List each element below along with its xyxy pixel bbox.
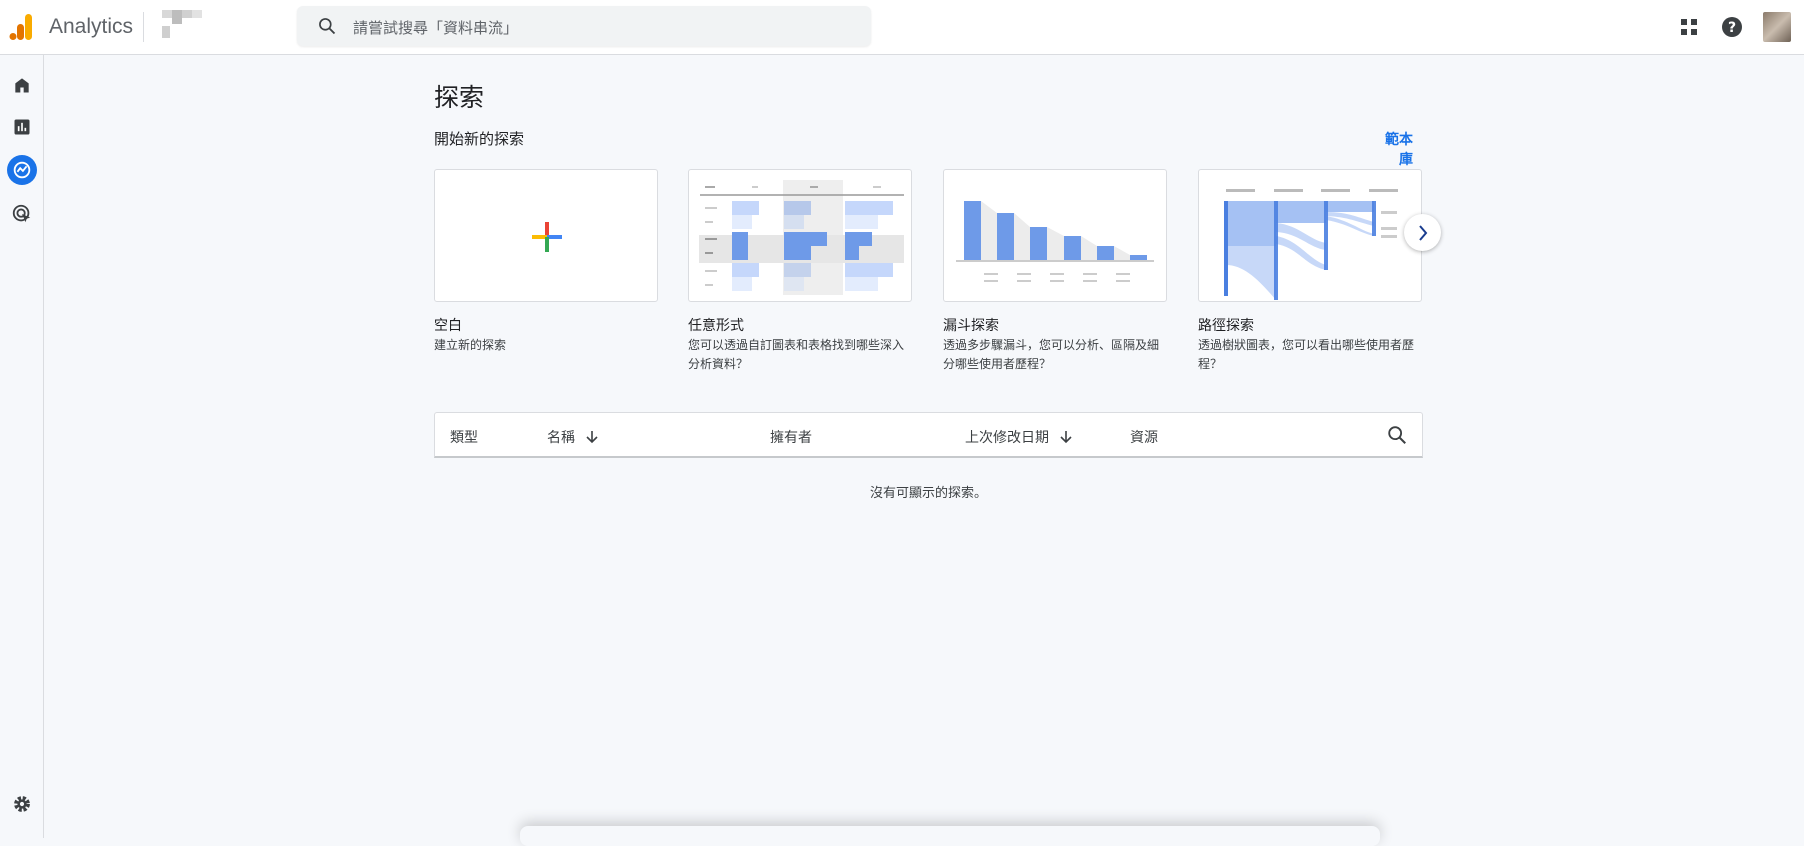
column-label: 資源 (1130, 429, 1158, 445)
card-desc: 您可以透過自訂圖表和表格找到哪些深入分析資料？ (688, 338, 905, 371)
app-name: Analytics (49, 15, 134, 38)
gear-icon (14, 796, 30, 812)
home-icon (15, 78, 29, 93)
column-owner[interactable]: 擁有者 (770, 427, 812, 447)
sidebar-item-reports[interactable] (7, 112, 37, 142)
card-title: 路徑探索 (1198, 317, 1254, 333)
avatar[interactable] (1763, 12, 1791, 42)
column-label: 類型 (450, 429, 478, 445)
card-desc: 透過多步驟漏斗，您可以分析、區隔及細分哪些使用者歷程？ (943, 338, 1160, 371)
section-title: 開始新的探索 (434, 131, 525, 148)
advertising-icon (12, 204, 31, 223)
card-blank[interactable] (434, 169, 658, 302)
column-label: 名稱 (547, 429, 575, 445)
search-bar[interactable]: 請嘗試搜尋「資料串流」 (297, 6, 871, 46)
plus-icon (532, 222, 562, 252)
account-selector[interactable] (162, 10, 206, 40)
explore-icon (13, 161, 31, 179)
sidebar-item-advertising[interactable] (7, 199, 37, 229)
free-form-illustration (699, 180, 904, 295)
card-desc: 建立新的探索 (434, 338, 507, 352)
card-funnel[interactable] (943, 169, 1167, 302)
page-title: 探索 (434, 84, 485, 112)
search-icon (319, 18, 336, 35)
chevron-right-icon (1418, 224, 1427, 241)
sidebar-item-home[interactable] (7, 70, 37, 100)
column-name[interactable]: 名稱 (547, 427, 599, 447)
arrow-down-icon (1060, 431, 1072, 444)
card-title: 任意形式 (688, 317, 744, 333)
empty-state-message: 沒有可顯示的探索。 (869, 485, 987, 500)
sidebar (0, 55, 44, 838)
next-templates-button[interactable] (1404, 214, 1441, 251)
explorations-table-header: 類型 名稱 擁有者 上次修改日期 資源 (434, 412, 1423, 458)
apps-grid-icon[interactable] (1676, 14, 1702, 40)
bottom-panel-shadow (520, 826, 1380, 846)
card-free-form[interactable] (688, 169, 912, 302)
help-icon[interactable]: ? (1719, 14, 1745, 40)
column-type[interactable]: 類型 (450, 427, 478, 447)
svg-text:?: ? (1728, 20, 1736, 36)
search-icon[interactable] (1386, 424, 1408, 446)
arrow-down-icon (586, 431, 598, 444)
path-illustration (1224, 189, 1398, 300)
card-desc: 透過樹狀圖表，您可以看出哪些使用者歷程？ (1198, 338, 1415, 371)
column-label: 擁有者 (770, 429, 812, 445)
sidebar-item-explore[interactable] (7, 155, 37, 185)
column-last-modified[interactable]: 上次修改日期 (965, 427, 1073, 447)
card-path[interactable] (1198, 169, 1422, 302)
search-placeholder: 請嘗試搜尋「資料串流」 (353, 20, 519, 37)
column-property[interactable]: 資源 (1130, 427, 1158, 447)
analytics-logo[interactable] (9, 14, 33, 40)
reports-icon (14, 119, 30, 135)
funnel-illustration (956, 201, 1154, 282)
divider (143, 12, 144, 42)
card-title: 空白 (434, 317, 462, 333)
settings-button[interactable] (7, 789, 37, 819)
top-bar: Analytics 請嘗試搜尋「資料串流」 ? (0, 0, 1804, 55)
column-label: 上次修改日期 (965, 429, 1049, 445)
template-library-link[interactable]: 範本庫 (1375, 129, 1413, 169)
card-title: 漏斗探索 (943, 317, 999, 333)
